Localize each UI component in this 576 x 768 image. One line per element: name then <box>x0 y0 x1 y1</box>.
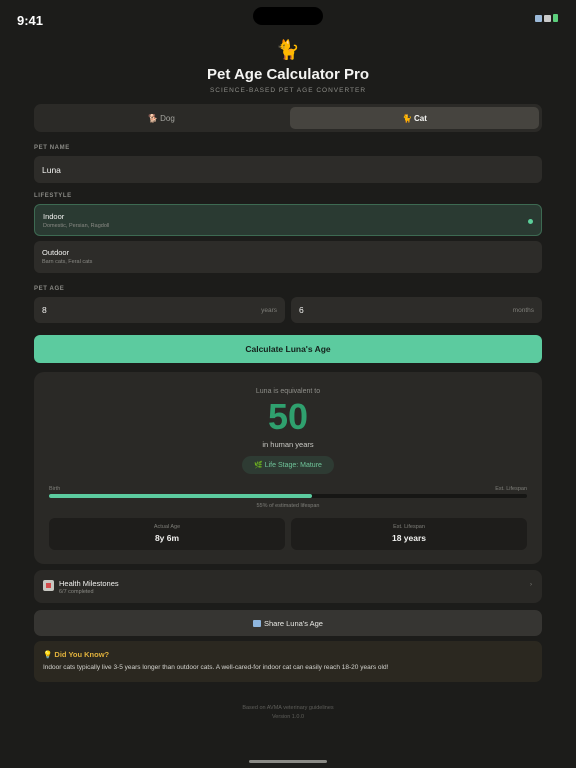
footer-version: Version 1.0.0 <box>271 714 305 720</box>
tip-text: Indoor cats typically live 3-5 years lon… <box>43 664 389 671</box>
lifespan-progress-fill <box>49 494 312 498</box>
lifestyle-label: LIFESTYLE <box>34 193 72 199</box>
health-milestones-row[interactable]: Health Milestones 6/7 completed › <box>34 570 542 603</box>
months-unit: months <box>512 306 534 314</box>
human-age-value: 50 <box>267 396 309 437</box>
option-title: Outdoor <box>42 248 70 257</box>
option-subtitle: Barn cats, Feral cats <box>42 259 93 265</box>
home-indicator[interactable] <box>249 760 327 763</box>
milestones-title: Health Milestones <box>59 579 119 588</box>
status-bar: 9:41 <box>0 0 576 36</box>
app-title: Pet Age Calculator Pro <box>207 66 369 83</box>
status-time: 9:41 <box>17 13 44 28</box>
dog-tab-label: Dog <box>160 113 175 123</box>
months-input[interactable]: 6 months <box>291 297 542 323</box>
battery-icon <box>553 14 558 22</box>
months-value: 6 <box>299 305 304 315</box>
cat-tab[interactable]: 🐈 Cat <box>290 107 539 129</box>
est-lifespan-stat: Est. Lifespan 18 years <box>291 518 527 550</box>
birth-label: Birth <box>49 486 61 492</box>
stat-value: 18 years <box>391 533 427 543</box>
app-subtitle: SCIENCE-BASED PET AGE CONVERTER <box>209 87 367 94</box>
dog-icon: 🐕 <box>148 113 159 123</box>
lifestyle-option-indoor[interactable]: Indoor Domestic, Persian, Ragdoll <box>34 204 542 236</box>
lifespan-label: Est. Lifespan <box>495 486 527 492</box>
lifestyle-option-outdoor[interactable]: Outdoor Barn cats, Feral cats <box>34 241 542 273</box>
result-card: Luna is equivalent to 50 in human years … <box>34 372 542 564</box>
cat-logo-icon: 🐈 <box>276 40 300 61</box>
pet-type-selector: 🐕 Dog 🐈 Cat <box>34 104 542 132</box>
tip-title: 💡 Did You Know? <box>43 650 110 659</box>
equivalent-text: Luna is equivalent to <box>255 388 321 395</box>
hospital-icon <box>43 580 54 591</box>
pet-age-label: PET AGE <box>34 286 65 292</box>
human-years-text: in human years <box>262 440 314 449</box>
option-title: Indoor <box>43 212 65 221</box>
footer: Based on AVMA veterinary guidelines Vers… <box>0 704 576 722</box>
did-you-know-card: 💡 Did You Know? Indoor cats typically li… <box>34 641 542 682</box>
calculate-button[interactable]: Calculate Luna's Age <box>34 335 542 363</box>
option-subtitle: Domestic, Persian, Ragdoll <box>43 223 110 229</box>
status-icons <box>535 14 558 22</box>
progress-caption: 55% of estimated lifespan <box>256 503 320 509</box>
pet-name-value: Luna <box>42 164 61 175</box>
pet-name-input[interactable]: Luna <box>34 156 542 183</box>
chevron-right-icon: › <box>530 582 532 588</box>
stat-label: Est. Lifespan <box>393 524 425 530</box>
app-header: 🐈 Pet Age Calculator Pro SCIENCE-BASED P… <box>0 40 576 94</box>
footer-guidelines: Based on AVMA veterinary guidelines <box>242 705 334 711</box>
selected-indicator-icon <box>528 219 533 224</box>
share-button-label: Share Luna's Age <box>264 618 323 628</box>
dynamic-island <box>253 7 323 25</box>
share-icon <box>253 619 261 627</box>
actual-age-stat: Actual Age 8y 6m <box>49 518 285 550</box>
stat-value: 8y 6m <box>154 533 180 543</box>
years-input[interactable]: 8 years <box>34 297 285 323</box>
years-value: 8 <box>42 305 47 315</box>
cat-tab-label: Cat <box>414 113 427 123</box>
share-button[interactable]: Share Luna's Age <box>34 610 542 636</box>
dog-tab[interactable]: 🐕 Dog <box>37 107 286 129</box>
lifespan-progress-bar <box>49 494 527 498</box>
signal-icon <box>544 14 551 22</box>
cat-icon: 🐈 <box>402 113 413 123</box>
stat-label: Actual Age <box>153 524 181 530</box>
wifi-icon <box>535 14 542 22</box>
pet-name-label: PET NAME <box>34 145 70 151</box>
years-unit: years <box>261 306 277 314</box>
milestones-subtitle: 6/7 completed <box>59 589 94 595</box>
life-stage-badge: 🌿 Life Stage: Mature <box>242 456 334 474</box>
